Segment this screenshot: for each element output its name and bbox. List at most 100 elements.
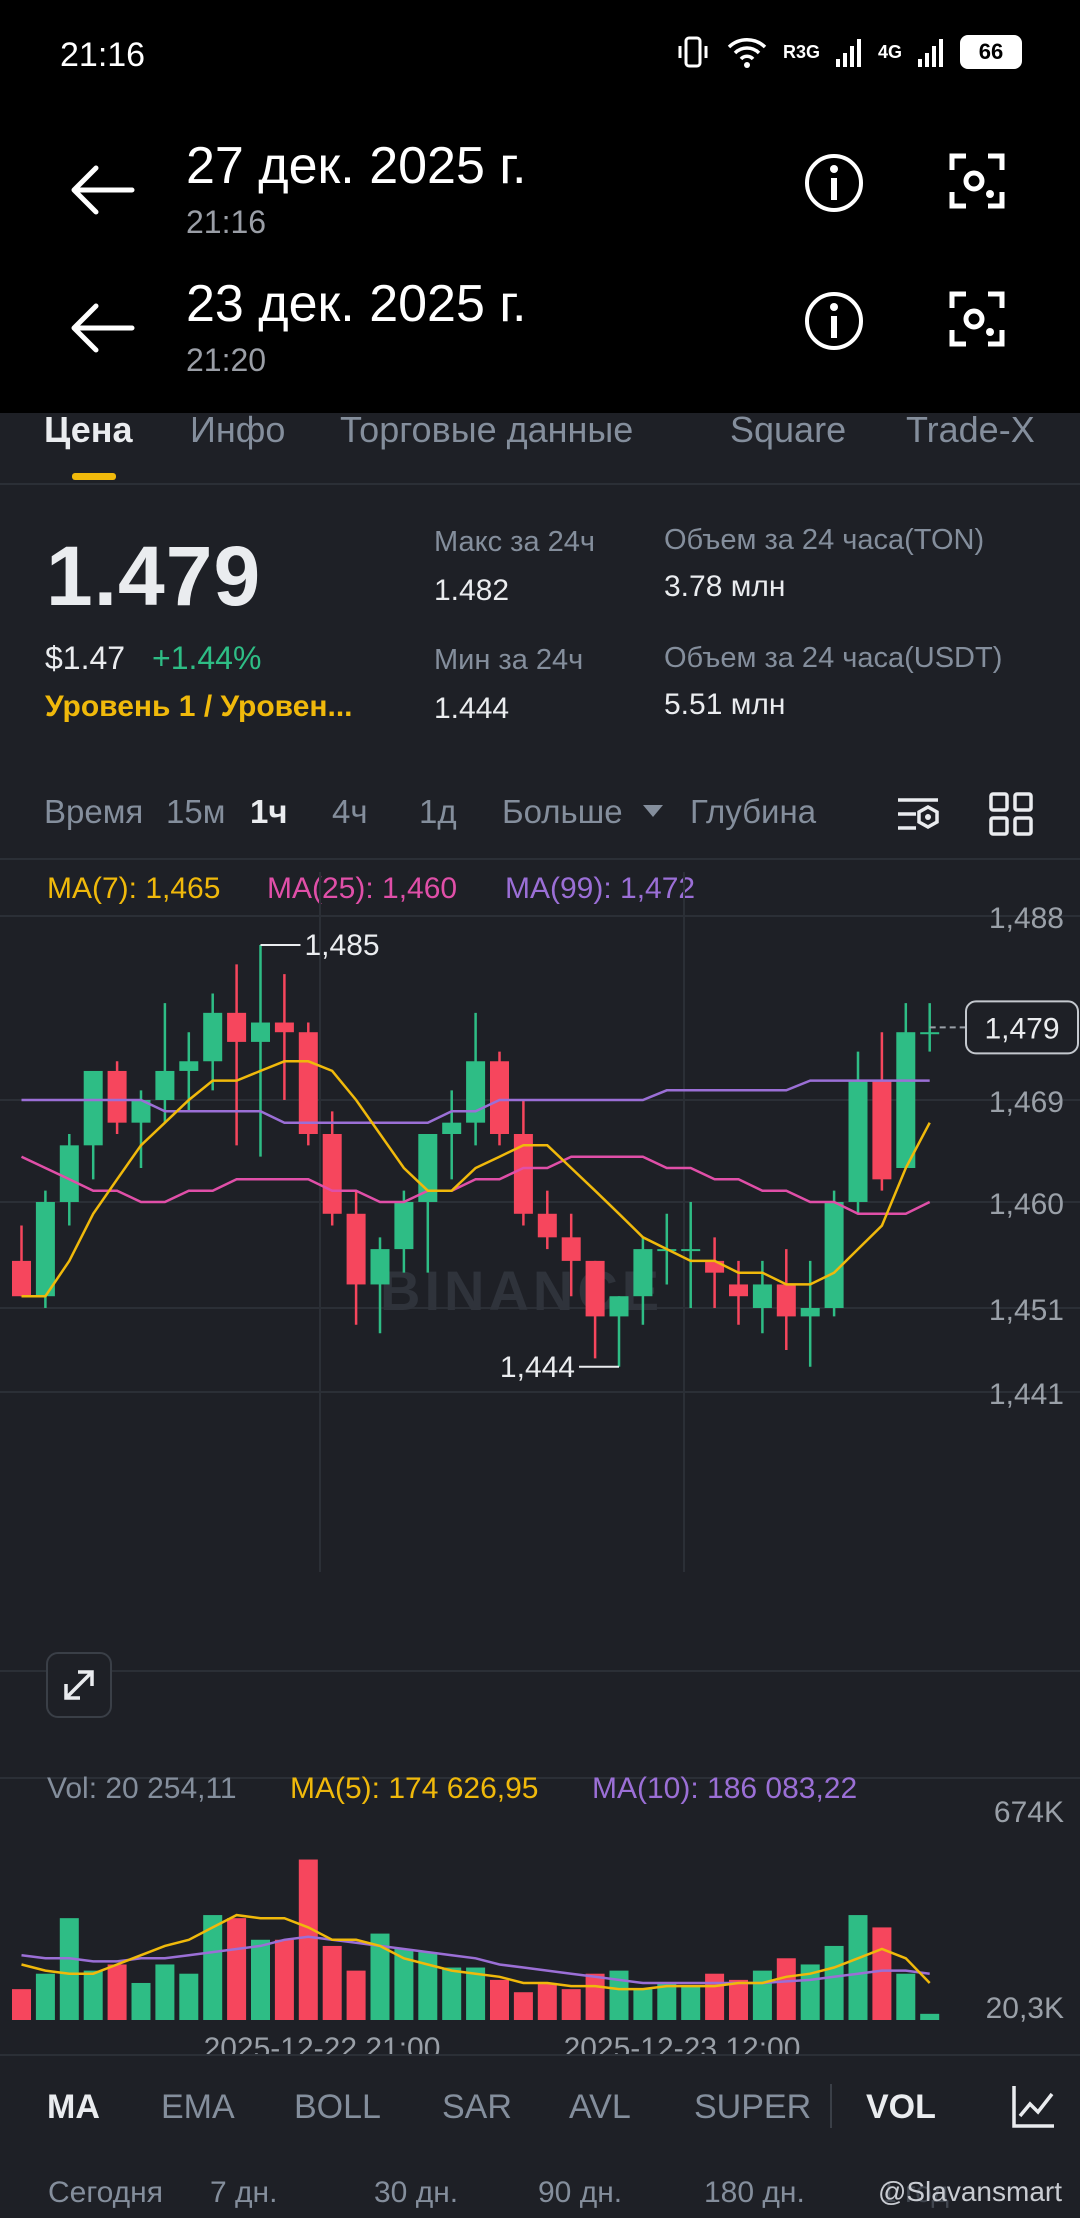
range-30d[interactable]: 30 дн. — [374, 2176, 458, 2210]
volume-bar — [920, 2013, 940, 2020]
range-90d[interactable]: 90 дн. — [538, 2176, 622, 2210]
candle-body — [776, 1284, 796, 1317]
battery-icon: 66 — [960, 35, 1022, 69]
interval-time[interactable]: Время — [44, 793, 143, 831]
volume-bar — [752, 1970, 772, 2020]
vol-tick-label: 674K — [994, 1796, 1064, 1829]
candle-body — [537, 1213, 557, 1238]
volume-bar — [657, 1982, 677, 2020]
indicator-ema[interactable]: EMA — [161, 2088, 235, 2127]
candle-body — [203, 1012, 223, 1062]
interval-depth[interactable]: Глубина — [690, 793, 816, 831]
range-180d[interactable]: 180 дн. — [704, 2176, 805, 2210]
interval-15m[interactable]: 15м — [166, 793, 225, 831]
low-24h-value: 1.444 — [434, 692, 510, 725]
candle-body — [322, 1134, 342, 1214]
tab-price[interactable]: Цена — [44, 413, 133, 451]
volume-bar — [131, 1982, 151, 2020]
candle-body — [59, 1145, 79, 1202]
high-24h-label: Макс за 24ч — [434, 526, 596, 558]
divider — [0, 483, 1080, 485]
range-today[interactable]: Сегодня — [48, 2176, 163, 2210]
usd-price: $1.47 — [45, 640, 126, 676]
candle-body — [274, 1022, 294, 1033]
indicator-super[interactable]: SUPER — [694, 2088, 811, 2127]
lens-scan-icon[interactable] — [948, 152, 1006, 210]
candle-body — [872, 1080, 892, 1180]
vol-ma5-legend: MA(5): 174 626,95 — [290, 1772, 539, 1805]
level-badge[interactable]: Уровень 1 / Уровен... — [45, 690, 353, 724]
candle-body — [848, 1080, 868, 1202]
candle-body — [585, 1260, 605, 1317]
volume-bar — [442, 1967, 462, 2020]
signal-icon — [918, 39, 943, 67]
range-7d[interactable]: 7 дн. — [210, 2176, 277, 2210]
volume-bar — [227, 1918, 247, 2020]
candle-body — [561, 1237, 581, 1261]
vol-usdt-value: 5.51 млн — [664, 688, 786, 721]
volume-bar — [896, 1973, 916, 2020]
back-arrow-icon[interactable] — [66, 298, 136, 358]
chart-settings-icon[interactable] — [894, 790, 942, 838]
vol-ton-label: Объем за 24 часа(TON) — [664, 524, 985, 556]
info-icon[interactable] — [803, 152, 865, 214]
indicator-ma[interactable]: MA — [47, 2088, 100, 2127]
volume-bar — [12, 1989, 31, 2020]
low-marker-label: 1,444 — [500, 1351, 575, 1384]
volume-bar — [633, 1989, 653, 2020]
status-icons: R3G 4G 66 — [675, 34, 1022, 70]
viewer-title: 27 дек. 2025 г. — [186, 137, 527, 195]
indicator-vol[interactable]: VOL — [866, 2088, 936, 2127]
candle-body — [346, 1213, 366, 1285]
volume-bar — [35, 1973, 55, 2020]
candle-body — [729, 1284, 748, 1297]
price-change: +1.44% — [152, 640, 262, 676]
interval-4h[interactable]: 4ч — [332, 793, 368, 831]
candlestick-chart[interactable]: BINANCE1,4881,4691,4601,4511,4411,4851,4… — [0, 860, 1080, 2054]
tab-trading-data[interactable]: Торговые данные — [340, 413, 633, 451]
author-watermark: @Slavansmart — [877, 2176, 1062, 2207]
high-marker-label: 1,485 — [305, 929, 380, 962]
fullscreen-button[interactable] — [46, 1652, 112, 1718]
wifi-icon — [727, 38, 767, 68]
vibrate-icon — [678, 36, 708, 68]
y-tick-label: 1,488 — [989, 902, 1064, 935]
tab-trade-x[interactable]: Trade-X — [906, 413, 1035, 451]
signal-icon — [835, 39, 861, 67]
interval-more[interactable]: Больше — [502, 793, 623, 831]
caret-down-icon — [643, 805, 663, 817]
candle-body — [800, 1308, 820, 1317]
current-price-label: 1,479 — [984, 1012, 1059, 1045]
volume-bar — [490, 1979, 509, 2020]
y-tick-label: 1,451 — [989, 1294, 1064, 1327]
candle-body — [609, 1296, 629, 1317]
candle-body — [155, 1070, 175, 1100]
volume-bar — [561, 1989, 581, 2020]
candle-body — [466, 1061, 486, 1123]
viewer-row-1: 27 дек. 2025 г. 21:16 — [0, 130, 1080, 260]
candle-body — [920, 1032, 940, 1035]
tab-info[interactable]: Инфо — [190, 413, 285, 451]
grid-layout-icon[interactable] — [987, 790, 1035, 838]
tab-square[interactable]: Square — [730, 413, 846, 451]
interval-1d[interactable]: 1д — [419, 793, 457, 831]
volume-bar — [729, 1979, 748, 2020]
indicator-settings-icon[interactable] — [1010, 2082, 1058, 2130]
viewer-row-2: 23 дек. 2025 г. 21:20 — [0, 268, 1080, 398]
interval-1h[interactable]: 1ч — [250, 793, 288, 831]
volume-bar — [155, 1964, 175, 2020]
back-arrow-icon[interactable] — [66, 160, 136, 220]
lens-scan-icon[interactable] — [948, 290, 1006, 348]
indicator-sar[interactable]: SAR — [442, 2088, 512, 2127]
network-label: 4G — [877, 41, 902, 62]
indicator-avl[interactable]: AVL — [569, 2088, 631, 2127]
main-tabs: Цена Инфо Торговые данные Square Trade-X — [0, 413, 1080, 483]
last-price: 1.479 — [46, 529, 262, 623]
y-tick-label: 1,469 — [989, 1086, 1064, 1119]
info-icon[interactable] — [803, 290, 865, 352]
vol-legend: Vol: 20 254,11 — [47, 1772, 237, 1805]
candle-body — [370, 1249, 390, 1285]
candle-body — [824, 1202, 844, 1308]
indicator-boll[interactable]: BOLL — [294, 2088, 381, 2127]
candle-body — [227, 1012, 247, 1042]
